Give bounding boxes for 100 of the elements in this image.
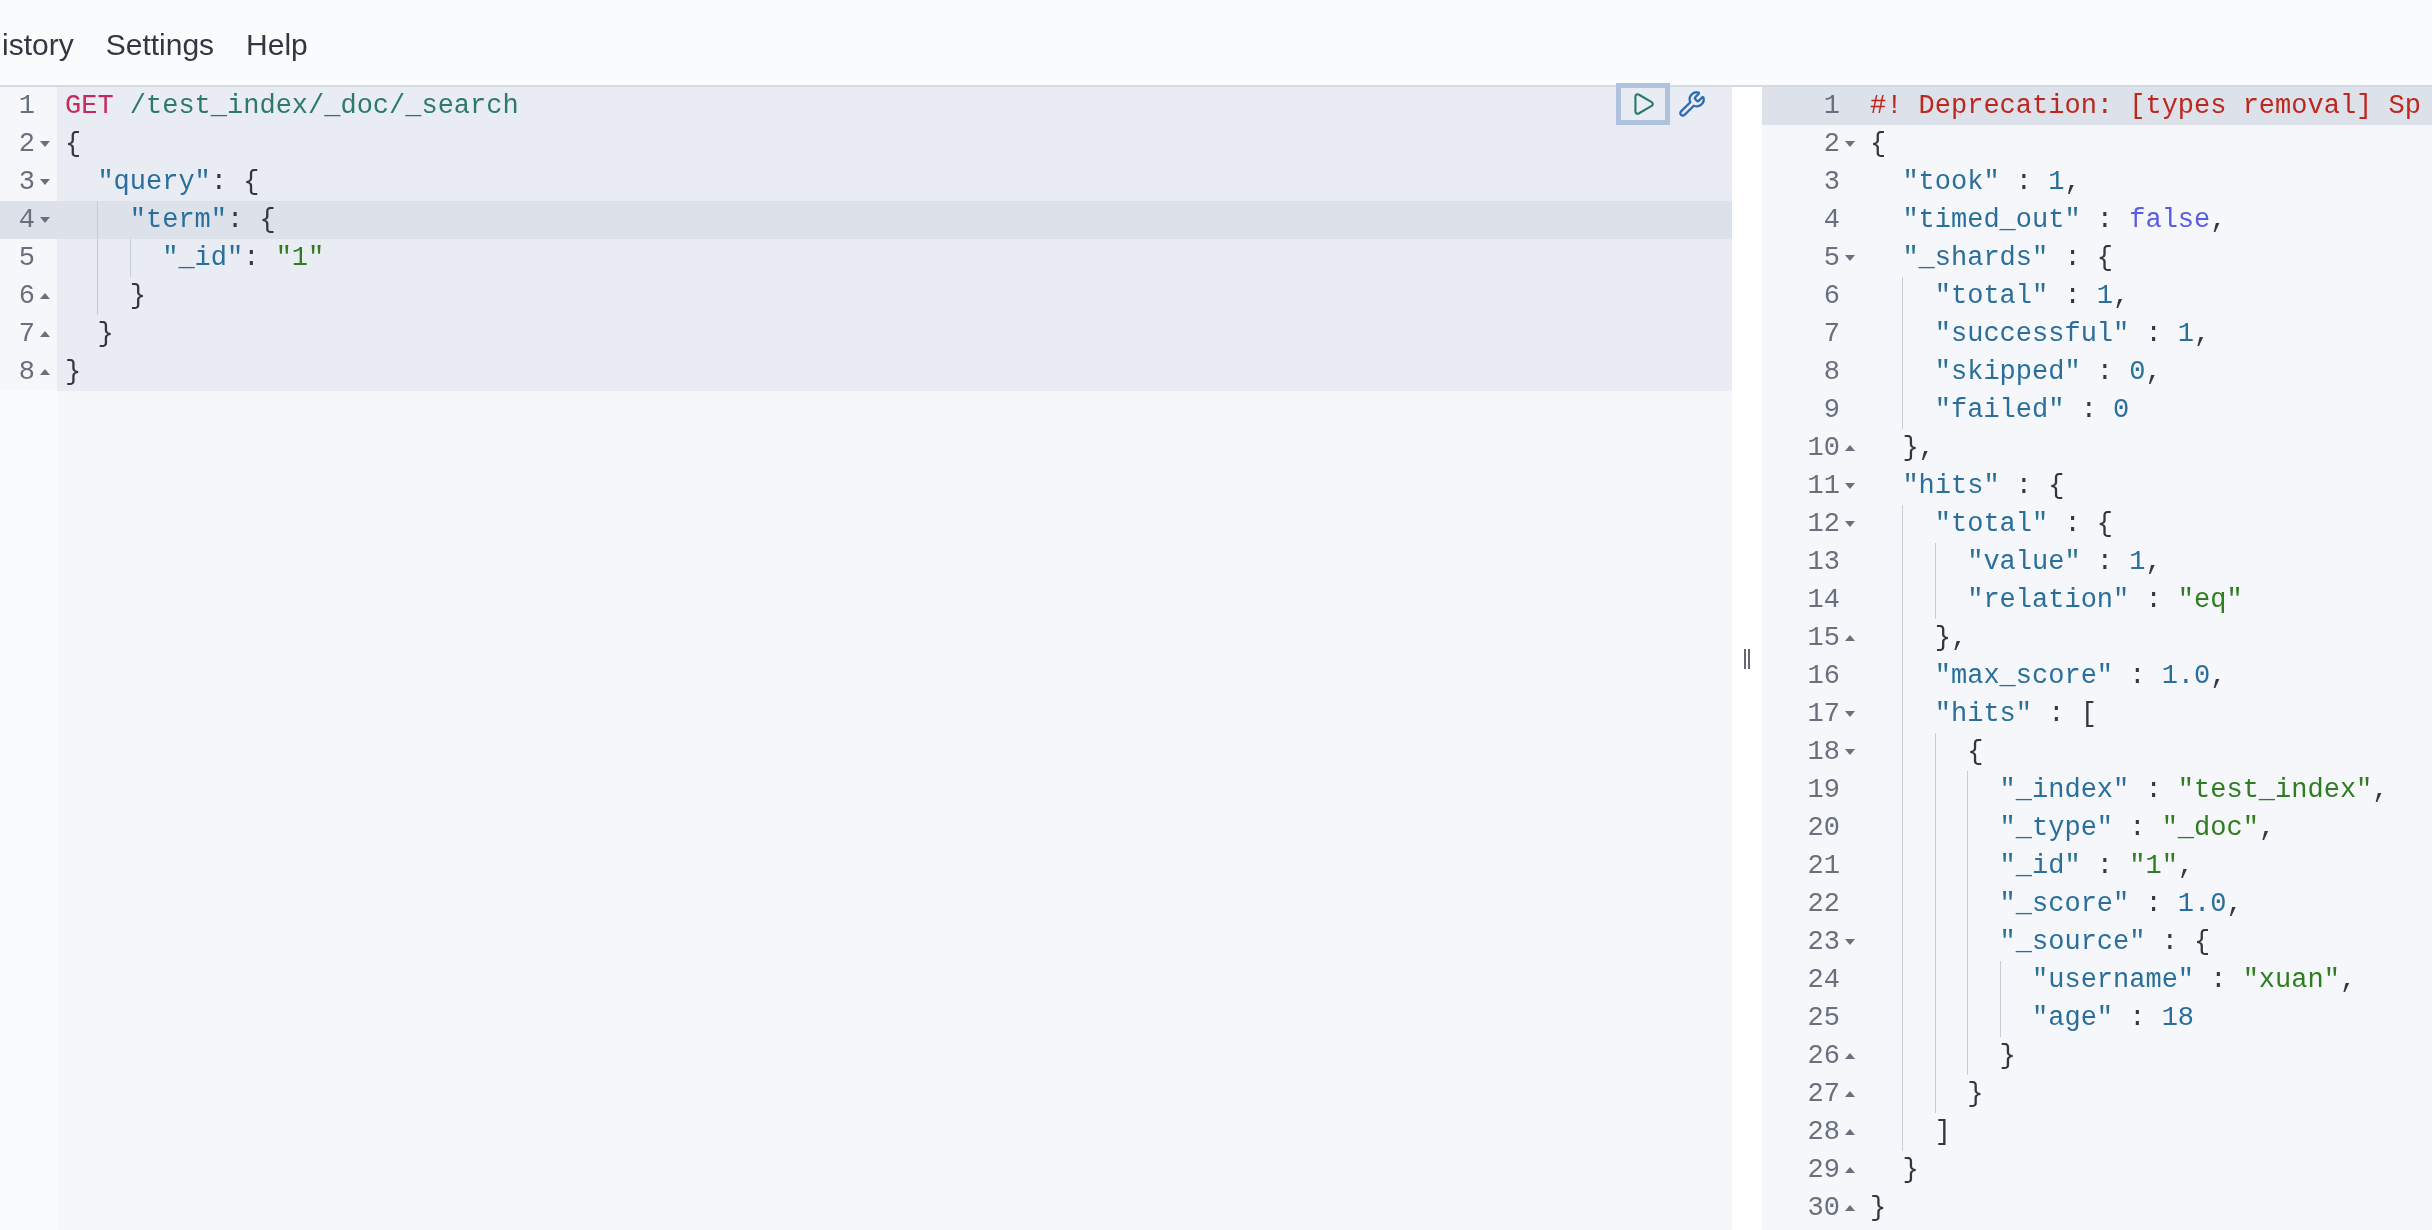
line-number: 11: [1807, 469, 1840, 503]
code-text: "term": {: [128, 203, 276, 237]
unfold-arrow-icon[interactable]: [40, 293, 50, 299]
code-text: {: [1870, 127, 1887, 161]
code-text: "value" : 1,: [1966, 545, 2162, 579]
line-number: 6: [18, 279, 35, 313]
line-number: 17: [1807, 697, 1840, 731]
code-text: "hits" : [: [1933, 697, 2097, 731]
code-text: }: [65, 355, 82, 389]
fold-arrow-icon[interactable]: [1845, 521, 1855, 527]
fold-arrow-icon[interactable]: [1845, 141, 1855, 147]
menu-item[interactable]: istory: [2, 22, 74, 67]
fold-arrow-icon[interactable]: [1845, 749, 1855, 755]
line-number: 4: [1823, 203, 1840, 237]
code-text: ]: [1933, 1115, 1951, 1149]
fold-arrow-icon[interactable]: [1845, 939, 1855, 945]
code-text: "_score" : 1.0,: [1998, 887, 2243, 921]
line-number: 5: [1823, 241, 1840, 275]
fold-arrow-icon[interactable]: [40, 179, 50, 185]
code-text: "_id" : "1",: [1998, 849, 2195, 883]
code-text: "successful" : 1,: [1933, 317, 2211, 351]
line-number: 13: [1807, 545, 1840, 579]
unfold-arrow-icon[interactable]: [1845, 445, 1855, 451]
line-number: 1: [18, 89, 35, 123]
code-text: "total" : 1,: [1933, 279, 2130, 313]
line-number: 7: [18, 317, 35, 351]
line-number: 29: [1807, 1153, 1840, 1187]
line-number: 6: [1823, 279, 1840, 313]
unfold-arrow-icon[interactable]: [40, 331, 50, 337]
code-text: {: [65, 127, 82, 161]
line-number: 23: [1807, 925, 1840, 959]
unfold-arrow-icon[interactable]: [1845, 1205, 1855, 1211]
line-number: 22: [1807, 887, 1840, 921]
unfold-arrow-icon[interactable]: [1845, 1129, 1855, 1135]
resize-handle-icon[interactable]: [1743, 648, 1751, 669]
code-text: }: [1966, 1077, 1984, 1111]
fold-arrow-icon[interactable]: [1845, 255, 1855, 261]
line-number: 2: [1823, 127, 1840, 161]
line-number: 15: [1807, 621, 1840, 655]
code-text: "age" : 18: [2031, 1001, 2195, 1035]
line-number: 8: [18, 355, 35, 389]
line-number: 7: [1823, 317, 1840, 351]
line-number: 12: [1807, 507, 1840, 541]
code-text: "timed_out" : false,: [1901, 203, 2227, 237]
line-number: 21: [1807, 849, 1840, 883]
wrench-icon: [1678, 90, 1706, 118]
code-text: "max_score" : 1.0,: [1933, 659, 2227, 693]
code-text: "query": {: [96, 165, 260, 199]
unfold-arrow-icon[interactable]: [1845, 635, 1855, 641]
code-text: "failed" : 0: [1933, 393, 2130, 427]
line-number: 28: [1807, 1115, 1840, 1149]
fold-arrow-icon[interactable]: [1845, 711, 1855, 717]
code-text: #! Deprecation: [types removal] Sp: [1870, 89, 2421, 123]
unfold-arrow-icon[interactable]: [40, 369, 50, 375]
code-text: "_shards" : {: [1901, 241, 2114, 275]
code-text: },: [1933, 621, 1968, 655]
fold-arrow-icon[interactable]: [40, 141, 50, 147]
code-text: }: [96, 317, 114, 351]
line-number: 2: [18, 127, 35, 161]
code-text: "relation" : "eq": [1966, 583, 2243, 617]
line-number: 27: [1807, 1077, 1840, 1111]
line-number: 14: [1807, 583, 1840, 617]
line-number: 10: [1807, 431, 1840, 465]
menu-item[interactable]: Settings: [105, 22, 215, 67]
line-number: 9: [1823, 393, 1840, 427]
code-text: "_source" : {: [1998, 925, 2211, 959]
code-text: "took" : 1,: [1901, 165, 2081, 199]
code-text: }: [1998, 1039, 2016, 1073]
line-number: 25: [1807, 1001, 1840, 1035]
line-number: 1: [1823, 89, 1840, 123]
line-number: 3: [18, 165, 35, 199]
line-number: 20: [1807, 811, 1840, 845]
unfold-arrow-icon[interactable]: [1845, 1167, 1855, 1173]
unfold-arrow-icon[interactable]: [1845, 1053, 1855, 1059]
fold-arrow-icon[interactable]: [1845, 483, 1855, 489]
code-text: }: [1870, 1191, 1887, 1225]
line-number: 30: [1807, 1191, 1840, 1225]
line-number: 18: [1807, 735, 1840, 769]
line-number: 8: [1823, 355, 1840, 389]
code-text: "_type" : "_doc",: [1998, 811, 2276, 845]
code-text: "total" : {: [1933, 507, 2114, 541]
code-text: {: [1966, 735, 1984, 769]
run-button[interactable]: [1616, 83, 1670, 125]
code-text: }: [128, 279, 146, 313]
code-text: GET /test_index/_doc/_search: [65, 89, 519, 123]
unfold-arrow-icon[interactable]: [1845, 1091, 1855, 1097]
line-number: 5: [18, 241, 35, 275]
code-text: "_index" : "test_index",: [1998, 773, 2389, 807]
code-text: },: [1901, 431, 1935, 465]
code-text: }: [1901, 1153, 1919, 1187]
code-text: "skipped" : 0,: [1933, 355, 2162, 389]
code-text: "username" : "xuan",: [2031, 963, 2357, 997]
code-text: "hits" : {: [1901, 469, 2065, 503]
fold-arrow-icon[interactable]: [40, 217, 50, 223]
line-number: 4: [18, 203, 35, 237]
line-number: 19: [1807, 773, 1840, 807]
menu-item[interactable]: Help: [246, 22, 308, 67]
line-number: 24: [1807, 963, 1840, 997]
line-number: 26: [1807, 1039, 1840, 1073]
line-number: 16: [1807, 659, 1840, 693]
